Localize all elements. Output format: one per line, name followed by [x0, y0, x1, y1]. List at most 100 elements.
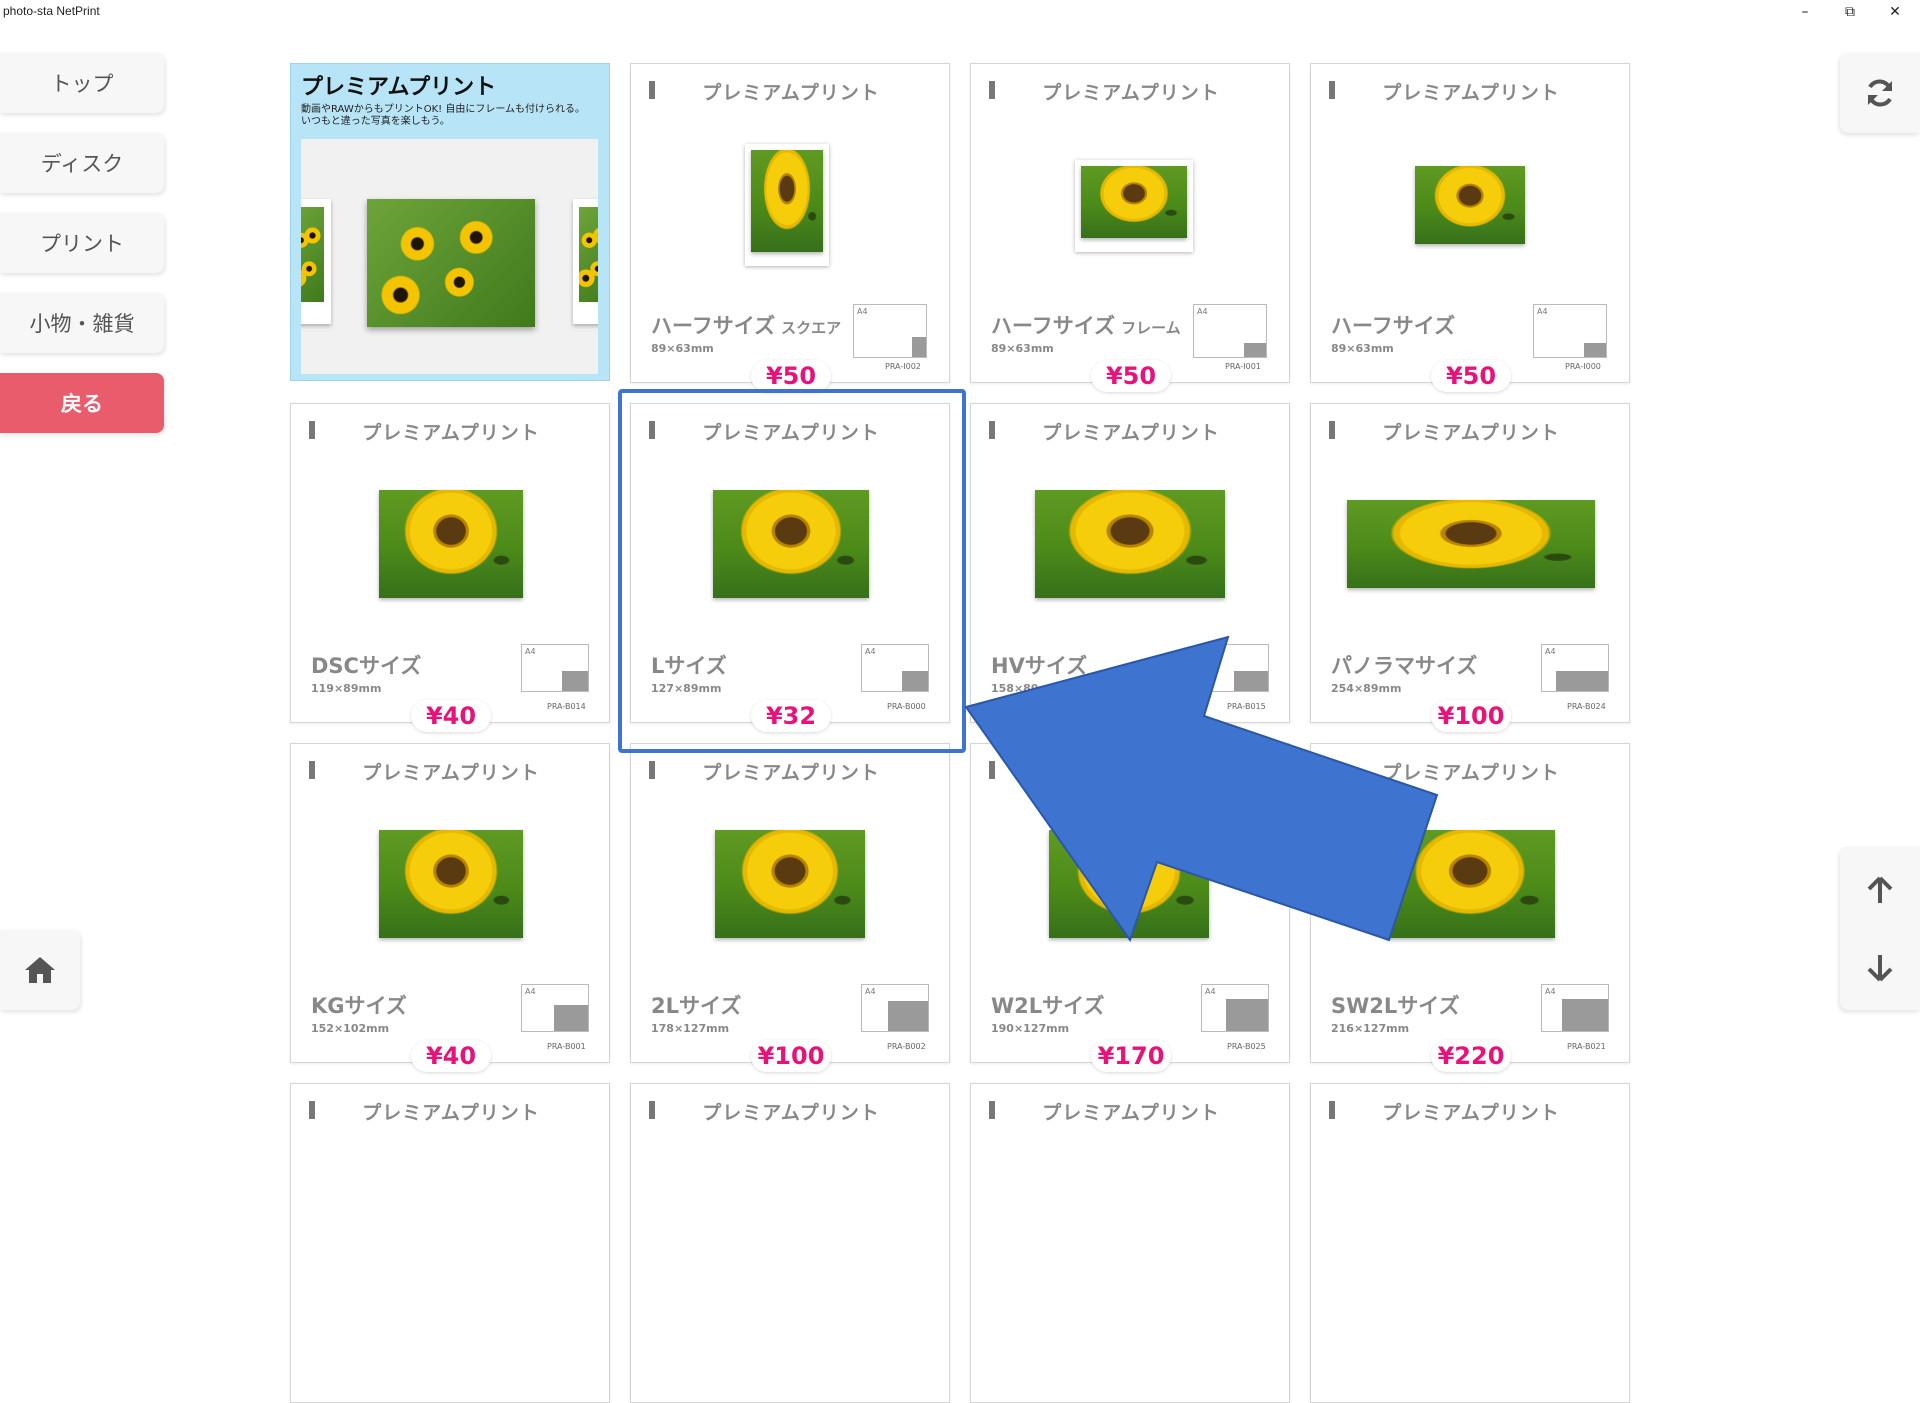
- title-bar: photo-sta NetPrint – ⧉ ✕: [0, 0, 1920, 24]
- sunflower-photo: [1049, 830, 1209, 938]
- product-code: PRA-I001: [1225, 362, 1261, 371]
- card-category: プレミアムプリント: [1382, 762, 1560, 784]
- minimize-button[interactable]: –: [1785, 2, 1825, 22]
- product-card[interactable]: プレミアムプリント W2Lサイズ 190×127mm A4 PRA-B025 ¥170: [970, 743, 1290, 1072]
- refresh-panel: [1840, 53, 1920, 133]
- close-button[interactable]: ✕: [1875, 2, 1915, 22]
- nav-goods-button[interactable]: 小物・雑貨: [0, 293, 164, 353]
- size-name-text: W2Lサイズ: [991, 994, 1105, 1018]
- product-card[interactable]: プレミアムプリント: [1310, 1083, 1630, 1403]
- home-button[interactable]: [0, 930, 80, 1010]
- paper-fill: [1584, 343, 1606, 357]
- promo-title: プレミアムプリント: [301, 75, 497, 100]
- price-badge: ¥220: [1431, 1040, 1511, 1072]
- product-card[interactable]: プレミアムプリント ハーフサイズ フレーム 89×63mm A4 PRA-I001 ¥50: [970, 63, 1290, 392]
- paper-fill: [562, 671, 588, 691]
- card-category: プレミアムプリント: [1382, 1102, 1560, 1124]
- selection-highlight: [618, 389, 966, 753]
- product-code: PRA-I000: [1565, 362, 1601, 371]
- paper-indicator: A4: [1541, 984, 1609, 1032]
- back-button[interactable]: 戻る: [0, 373, 164, 433]
- paper-label: A4: [1545, 647, 1556, 656]
- card-category: プレミアムプリント: [1382, 82, 1560, 104]
- sunflower-photo: [379, 830, 523, 938]
- sunflower-photo: [1347, 500, 1595, 588]
- card-category: プレミアムプリント: [702, 1102, 880, 1124]
- paper-fill: [1244, 343, 1266, 357]
- card-category: プレミアムプリント: [702, 762, 880, 784]
- card-size-name: ハーフサイズ フレーム: [991, 310, 1181, 340]
- sunflower-photo: [751, 150, 823, 252]
- paper-indicator: A4: [1201, 984, 1269, 1032]
- promo-image: [301, 139, 598, 374]
- size-name-sub: フレーム: [1121, 319, 1181, 337]
- product-card[interactable]: プレミアムプリント HVサイズ 158×89mm A4 PRA-B015: [970, 403, 1290, 723]
- card-size-name: SW2Lサイズ: [1331, 990, 1460, 1020]
- price-badge: ¥40: [411, 1040, 491, 1072]
- product-code: PRA-I002: [885, 362, 921, 371]
- scroll-down-button[interactable]: [1840, 933, 1920, 1003]
- card-category: プレミアムプリント: [362, 762, 540, 784]
- nav-print-button[interactable]: プリント: [0, 213, 164, 273]
- size-name-text: SW2Lサイズ: [1331, 994, 1460, 1018]
- card-dimensions: 178×127mm: [651, 1022, 730, 1035]
- app-title: photo-sta NetPrint: [3, 4, 100, 18]
- card-size-name: DSCサイズ: [311, 650, 421, 680]
- paper-fill: [554, 1005, 588, 1031]
- scroll-panel: [1840, 847, 1920, 1010]
- card-dimensions: 89×63mm: [991, 342, 1054, 355]
- paper-indicator: A4: [1201, 644, 1269, 692]
- nav-top-button[interactable]: トップ: [0, 53, 164, 113]
- card-size-name: ハーフサイズ: [1331, 310, 1455, 340]
- product-card[interactable]: プレミアムプリント 2Lサイズ 178×127mm A4 PRA-B002 ¥100: [630, 743, 950, 1072]
- promo-text: 動画やRAWからもプリントOK! 自由にフレームも付けられる。 いつもと違った写…: [301, 104, 586, 127]
- card-dimensions: 254×89mm: [1331, 682, 1402, 695]
- home-icon: [25, 957, 55, 983]
- maximize-button[interactable]: ⧉: [1830, 2, 1870, 22]
- card-category: プレミアムプリント: [362, 1102, 540, 1124]
- premium-print-promo[interactable]: プレミアムプリント 動画やRAWからもプリントOK! 自由にフレームも付けられる…: [290, 63, 610, 381]
- product-card[interactable]: プレミアムプリント: [970, 1083, 1290, 1403]
- paper-label: A4: [1205, 647, 1216, 656]
- size-name-sub: スクエア: [781, 319, 842, 337]
- sunflower-photo: [1081, 166, 1187, 238]
- sunflower-photo: [379, 490, 523, 598]
- card-category: プレミアムプリント: [1382, 422, 1560, 444]
- price-badge: ¥50: [1091, 360, 1171, 392]
- refresh-button[interactable]: [1840, 58, 1920, 128]
- product-code: PRA-B002: [887, 1042, 926, 1051]
- paper-indicator: A4: [521, 644, 589, 692]
- card-dimensions: 152×102mm: [311, 1022, 390, 1035]
- scroll-up-button[interactable]: [1840, 855, 1920, 925]
- card-dimensions: 89×63mm: [1331, 342, 1394, 355]
- card-size-name: W2Lサイズ: [991, 990, 1105, 1020]
- product-card[interactable]: プレミアムプリント DSCサイズ 119×89mm A4 PRA-B014 ¥40: [290, 403, 610, 732]
- product-card[interactable]: プレミアムプリント KGサイズ 152×102mm A4 PRA-B001 ¥40: [290, 743, 610, 1072]
- sunflower-photo: [1415, 166, 1525, 244]
- price-badge: ¥50: [1431, 360, 1511, 392]
- price-badge: ¥170: [1091, 1040, 1171, 1072]
- paper-fill: [888, 1001, 928, 1031]
- product-card[interactable]: プレミアムプリント: [630, 1083, 950, 1403]
- card-size-name: パノラマサイズ: [1331, 650, 1477, 680]
- product-code: PRA-B014: [547, 702, 586, 711]
- paper-label: A4: [1545, 987, 1556, 996]
- paper-fill: [1562, 999, 1608, 1031]
- product-card[interactable]: プレミアムプリントハーフサイズ 89×63mm A4 PRA-I000 ¥50: [1310, 63, 1630, 392]
- product-card[interactable]: プレミアムプリント パノラマサイズ 254×89mm A4 PRA-B024 ¥100: [1310, 403, 1630, 732]
- price-badge: ¥50: [751, 360, 831, 392]
- price-badge: ¥100: [751, 1040, 831, 1072]
- paper-indicator: A4: [521, 984, 589, 1032]
- card-dimensions: 190×127mm: [991, 1022, 1070, 1035]
- paper-indicator: A4: [853, 304, 927, 358]
- product-card[interactable]: プレミアムプリント ハーフサイズ スクエア 89×63mm A4 PRA-I002 ¥50: [630, 63, 950, 392]
- paper-indicator: A4: [1533, 304, 1607, 358]
- card-size-name: 2Lサイズ: [651, 990, 741, 1020]
- product-code: PRA-B015: [1227, 702, 1266, 711]
- product-card[interactable]: プレミアムプリント SW2Lサイズ 216×127mm A4 PRA-B021 ¥220: [1310, 743, 1630, 1072]
- product-card[interactable]: プレミアムプリント: [290, 1083, 610, 1403]
- sunflower-photo: [715, 830, 865, 938]
- size-name-text: 2Lサイズ: [651, 994, 742, 1018]
- nav-disc-button[interactable]: ディスク: [0, 133, 164, 193]
- paper-fill: [1226, 999, 1268, 1031]
